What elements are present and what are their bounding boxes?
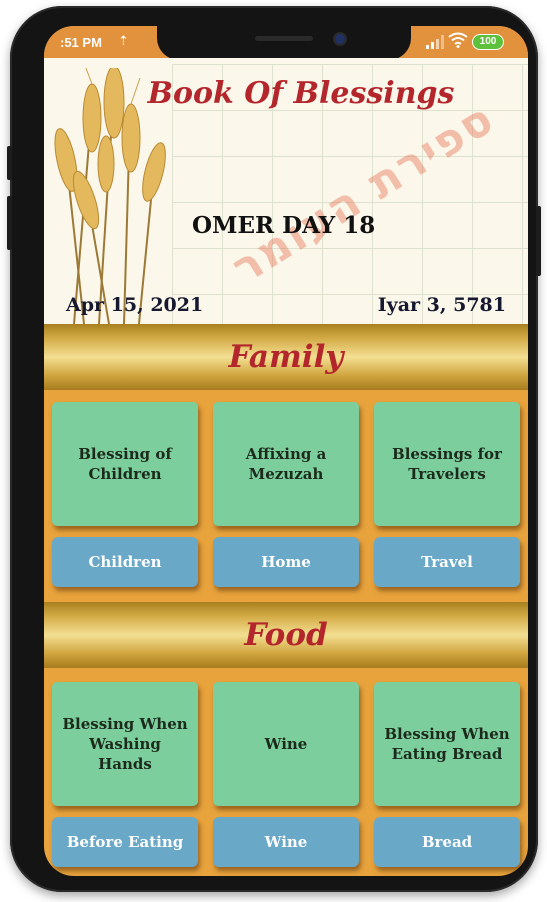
gregorian-date: Apr 15, 2021 xyxy=(66,294,204,316)
category-button-wine[interactable]: Wine xyxy=(213,817,359,867)
app-screen: :51 PM ⇡ 100 ספירת העומר Book Of Blessin… xyxy=(44,26,528,876)
blessing-card-bread[interactable]: Blessing When Eating Bread xyxy=(374,682,520,806)
section-header-food: Food xyxy=(44,602,528,668)
section-header-family: Family xyxy=(44,324,528,390)
phone-notch xyxy=(157,26,411,60)
category-button-children[interactable]: Children xyxy=(52,537,198,587)
blessing-card-washing-hands[interactable]: Blessing When Washing Hands xyxy=(52,682,198,806)
app-title: Book Of Blessings xyxy=(147,76,455,111)
blessing-card-wine[interactable]: Wine xyxy=(213,682,359,806)
blessing-card-mezuzah[interactable]: Affixing a Mezuzah xyxy=(213,402,359,526)
food-grid: Blessing When Washing Hands Wine Blessin… xyxy=(44,668,528,876)
blessing-card-travelers[interactable]: Blessings for Travelers xyxy=(374,402,520,526)
front-camera xyxy=(335,34,345,44)
hebrew-date: Iyar 3, 5781 xyxy=(377,294,506,316)
phone-frame: :51 PM ⇡ 100 ספירת העומר Book Of Blessin… xyxy=(7,6,541,892)
section-title: Food xyxy=(244,617,328,653)
omer-day-counter: OMER DAY 18 xyxy=(192,212,376,239)
category-button-bread[interactable]: Bread xyxy=(374,817,520,867)
speaker-grille xyxy=(255,36,313,41)
blessing-card-children[interactable]: Blessing of Children xyxy=(52,402,198,526)
category-button-home[interactable]: Home xyxy=(213,537,359,587)
family-grid: Blessing of Children Affixing a Mezuzah … xyxy=(44,390,528,606)
category-button-before-eating[interactable]: Before Eating xyxy=(52,817,198,867)
category-button-travel[interactable]: Travel xyxy=(374,537,520,587)
omer-banner: ספירת העומר Book Of Blessings OMER DAY 1… xyxy=(44,58,528,324)
status-time: :51 PM xyxy=(60,35,102,50)
volume-button xyxy=(7,196,12,250)
battery-icon: 100 xyxy=(472,34,504,50)
volume-button xyxy=(7,146,12,180)
signal-icon xyxy=(426,35,444,49)
power-button xyxy=(536,206,541,276)
upload-arrow-icon: ⇡ xyxy=(118,33,129,48)
section-title: Family xyxy=(228,339,344,375)
wifi-icon xyxy=(448,32,468,48)
